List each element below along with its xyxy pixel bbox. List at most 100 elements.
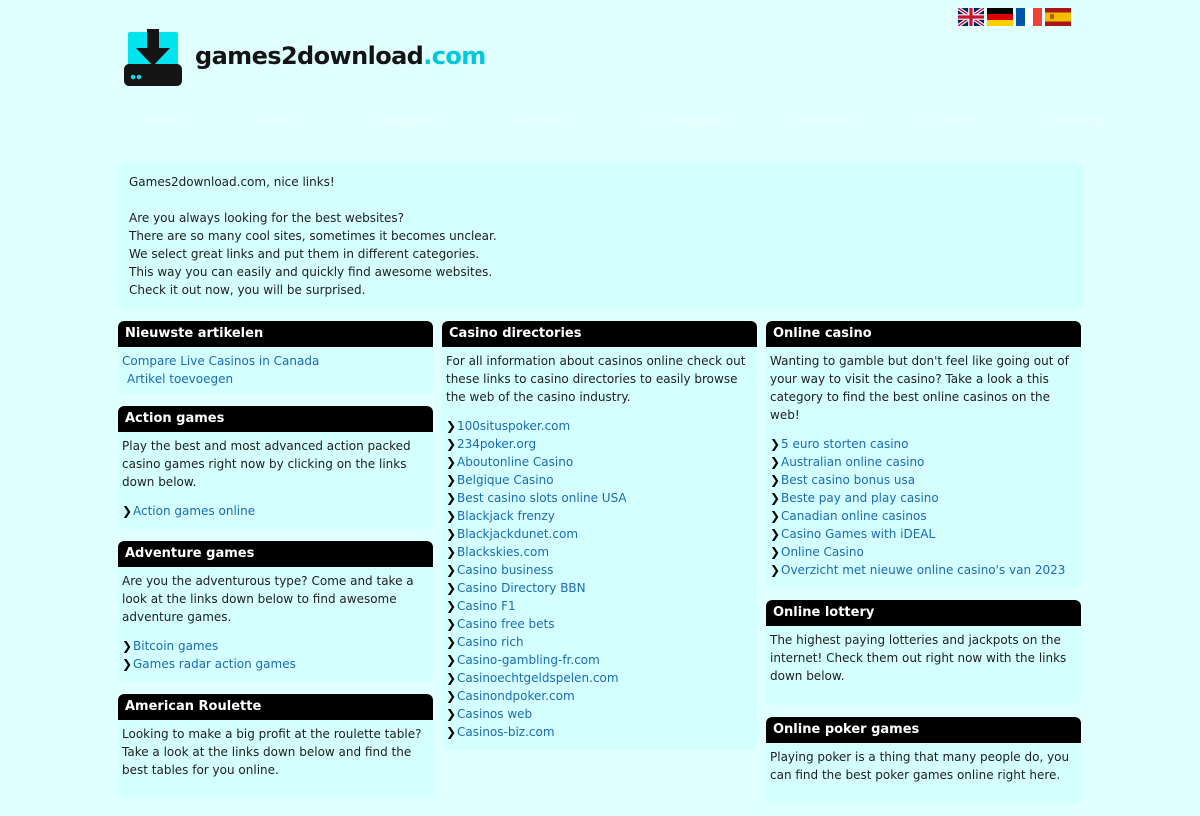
category-link[interactable]: Casinoechtgeldspelen.com bbox=[457, 669, 619, 687]
category-link[interactable]: Beste pay and play casino bbox=[781, 489, 939, 507]
category-box-adventure-games: Adventure games Are you the adventurous … bbox=[118, 541, 433, 682]
category-link[interactable]: Belgique Casino bbox=[457, 471, 554, 489]
category-link[interactable]: Australian online casino bbox=[781, 453, 924, 471]
category-link[interactable]: Aboutonline Casino bbox=[457, 453, 573, 471]
category-link[interactable]: 5 euro storten casino bbox=[781, 435, 909, 453]
intro-title: Games2download.com, nice links! bbox=[129, 175, 335, 189]
category-description: Playing poker is a thing that many peopl… bbox=[770, 750, 1070, 782]
nav-add-link[interactable]: Add link bbox=[515, 114, 567, 129]
nav-contact[interactable]: Contact bbox=[923, 114, 974, 129]
category-title: Nieuwste artikelen bbox=[118, 321, 433, 347]
chevron-right-icon: ❯ bbox=[446, 419, 457, 433]
link-games-radar[interactable]: Games radar action games bbox=[133, 655, 296, 673]
list-item: ❯ Aboutonline Casino bbox=[446, 453, 753, 471]
category-description: The highest paying lotteries and jackpot… bbox=[770, 633, 1067, 683]
category-description: For all information about casinos online… bbox=[446, 354, 746, 404]
chevron-right-icon: ❯ bbox=[446, 527, 457, 541]
category-link[interactable]: Best casino slots online USA bbox=[457, 489, 627, 507]
link-artikel-toevoegen[interactable]: Artikel toevoegen bbox=[127, 370, 233, 388]
list-item: ❯ Casino business bbox=[446, 561, 753, 579]
category-title: Action games bbox=[118, 406, 433, 432]
list-item: ❯ Casinondpoker.com bbox=[446, 687, 753, 705]
nav-about[interactable]: About bbox=[258, 114, 296, 129]
category-link[interactable]: Blackjackdunet.com bbox=[457, 525, 578, 543]
category-link[interactable]: Casino rich bbox=[457, 633, 524, 651]
category-box-nieuwste-artikelen: Nieuwste artikelen Compare Live Casinos … bbox=[118, 321, 433, 394]
category-link[interactable]: Casino Directory BBN bbox=[457, 579, 586, 597]
category-description: Are you the adventurous type? Come and t… bbox=[122, 574, 414, 624]
category-link[interactable]: Online Casino bbox=[781, 543, 864, 561]
intro-box: Games2download.com, nice links! Are you … bbox=[118, 163, 1084, 309]
logo-suffix-text: .com bbox=[423, 42, 486, 70]
chevron-right-icon: ❯ bbox=[446, 689, 457, 703]
main-nav: Home About Categories Add link Link requ… bbox=[146, 114, 1176, 129]
list-item: ❯ Casino Games with iDEAL bbox=[770, 525, 1077, 543]
list-item: ❯ Casino free bets bbox=[446, 615, 753, 633]
download-icon bbox=[124, 29, 182, 86]
list-item: ❯ Casinoechtgeldspelen.com bbox=[446, 669, 753, 687]
list-item: ❯ Canadian online casinos bbox=[770, 507, 1077, 525]
category-link[interactable]: 100situspoker.com bbox=[457, 417, 570, 435]
nav-home[interactable]: Home bbox=[146, 114, 184, 129]
intro-text-line: We select great links and put them in di… bbox=[129, 247, 480, 261]
nav-partners[interactable]: Partners bbox=[795, 114, 849, 129]
nav-categories[interactable]: Categories bbox=[371, 114, 441, 129]
nav-link-request[interactable]: Link request bbox=[641, 114, 721, 129]
category-link[interactable]: Canadian online casinos bbox=[781, 507, 927, 525]
category-link[interactable]: Blackskies.com bbox=[457, 543, 549, 561]
category-link[interactable]: Overzicht met nieuwe online casino's van… bbox=[781, 561, 1065, 579]
language-selector bbox=[958, 8, 1071, 26]
category-link[interactable]: Casino Games with iDEAL bbox=[781, 525, 935, 543]
list-item: ❯ Best casino bonus usa bbox=[770, 471, 1077, 489]
category-link[interactable]: Casinos web bbox=[457, 705, 532, 723]
spanish-flag-icon[interactable] bbox=[1045, 8, 1071, 26]
chevron-right-icon: ❯ bbox=[446, 725, 457, 739]
chevron-right-icon: ❯ bbox=[446, 509, 457, 523]
chevron-right-icon: ❯ bbox=[122, 504, 133, 518]
link-compare-live-casinos[interactable]: Compare Live Casinos in Canada bbox=[122, 352, 319, 370]
chevron-right-icon: ❯ bbox=[770, 545, 781, 559]
intro-text-line: Check it out now, you will be surprised. bbox=[129, 283, 366, 297]
list-item: ❯ 234poker.org bbox=[446, 435, 753, 453]
list-item: ❯ Belgique Casino bbox=[446, 471, 753, 489]
chevron-right-icon: ❯ bbox=[446, 599, 457, 613]
chevron-right-icon: ❯ bbox=[446, 653, 457, 667]
list-item: ❯ Casino Directory BBN bbox=[446, 579, 753, 597]
category-box-casino-directories: Casino directories For all information a… bbox=[442, 321, 757, 750]
list-item: ❯ Casinos-biz.com bbox=[446, 723, 753, 741]
category-link[interactable]: Casino business bbox=[457, 561, 553, 579]
list-item: ❯ Casino rich bbox=[446, 633, 753, 651]
chevron-right-icon: ❯ bbox=[770, 563, 781, 577]
column-left: Nieuwste artikelen Compare Live Casinos … bbox=[118, 321, 433, 811]
category-link[interactable]: Blackjack frenzy bbox=[457, 507, 555, 525]
link-bitcoin-games[interactable]: Bitcoin games bbox=[133, 637, 218, 655]
column-right: Online casino Wanting to gamble but don'… bbox=[766, 321, 1081, 816]
category-link[interactable]: Casino F1 bbox=[457, 597, 516, 615]
category-box-online-lottery: Online lottery The highest paying lotter… bbox=[766, 600, 1081, 705]
category-title: American Roulette bbox=[118, 694, 433, 720]
logo-main-text: games2download bbox=[195, 42, 424, 70]
category-link[interactable]: 234poker.org bbox=[457, 435, 536, 453]
category-box-action-games: Action games Play the best and most adva… bbox=[118, 406, 433, 529]
category-link[interactable]: Casino-gambling-fr.com bbox=[457, 651, 600, 669]
intro-text-line: This way you can easily and quickly find… bbox=[129, 265, 493, 279]
list-item: ❯ Best casino slots online USA bbox=[446, 489, 753, 507]
list-item: ❯ Blackjackdunet.com bbox=[446, 525, 753, 543]
category-title: Casino directories bbox=[442, 321, 757, 347]
german-flag-icon[interactable] bbox=[987, 8, 1013, 26]
category-link[interactable]: Casinondpoker.com bbox=[457, 687, 575, 705]
chevron-right-icon: ❯ bbox=[770, 473, 781, 487]
site-logo[interactable]: games2download.com bbox=[124, 28, 486, 86]
french-flag-icon[interactable] bbox=[1016, 8, 1042, 26]
category-description: Wanting to gamble but don't feel like go… bbox=[770, 354, 1069, 422]
chevron-right-icon: ❯ bbox=[770, 509, 781, 523]
category-link[interactable]: Casinos-biz.com bbox=[457, 723, 555, 741]
category-link[interactable]: Best casino bonus usa bbox=[781, 471, 915, 489]
chevron-right-icon: ❯ bbox=[446, 635, 457, 649]
nav-sitemap[interactable]: Sitemap bbox=[1048, 114, 1102, 129]
link-action-games-online[interactable]: Action games online bbox=[133, 502, 255, 520]
category-title: Online lottery bbox=[766, 600, 1081, 626]
english-flag-icon[interactable] bbox=[958, 8, 984, 26]
list-item: ❯ 5 euro storten casino bbox=[770, 435, 1077, 453]
category-link[interactable]: Casino free bets bbox=[457, 615, 555, 633]
